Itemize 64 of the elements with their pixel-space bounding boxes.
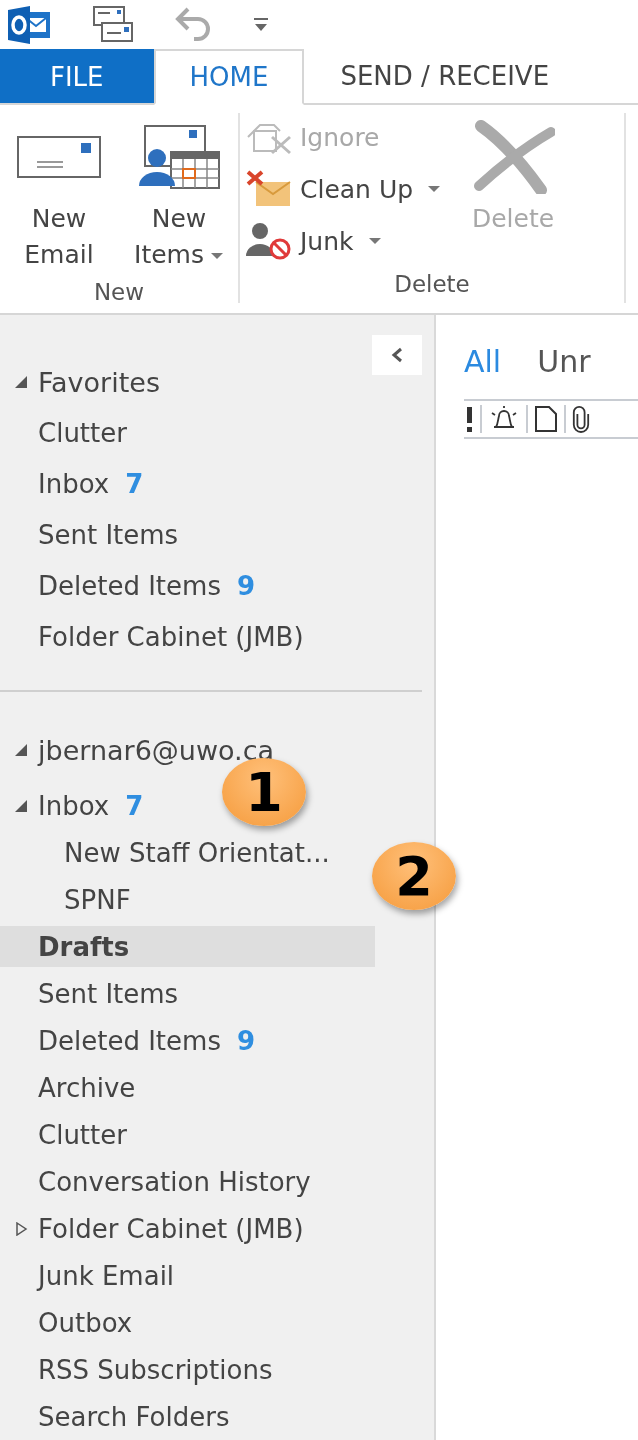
unread-count: 7 [125,468,144,499]
folder-item[interactable]: RSS Subscriptions [0,1349,279,1390]
chevron-left-icon [390,347,404,363]
expanded-arrow-icon[interactable] [14,743,28,757]
group-label: Delete [393,270,471,299]
folder-item[interactable]: Sent Items [0,973,185,1014]
folder-label[interactable]: Junk Email [38,1260,175,1291]
folder-item[interactable]: New Staff Orientat... [0,832,336,873]
ribbon-button[interactable]: New Items [126,113,232,273]
unread-count: 9 [236,570,256,601]
folder-label[interactable]: Outbox [38,1307,133,1338]
favorite-folder[interactable]: Clutter [38,417,127,448]
unread-count: 7 [125,790,144,821]
send-receive-icon[interactable] [90,4,136,45]
folder-item[interactable]: Archive [0,1067,142,1108]
page-icon[interactable] [534,405,558,433]
folder-item[interactable]: Conversation History [0,1161,317,1202]
favorite-folder[interactable]: Sent Items [38,519,179,550]
filter-tab[interactable]: Unr [537,343,591,379]
folder-item[interactable]: SPNF [0,879,137,920]
folder-item[interactable]: Clutter [0,1114,133,1155]
folder-label[interactable]: Drafts [38,931,130,962]
folder-label[interactable]: Folder Cabinet (JMB) [38,1213,304,1244]
folder-label[interactable]: RSS Subscriptions [38,1354,273,1385]
ribbon-button[interactable]: Clean Up [246,165,442,213]
folder-label[interactable]: Inbox [38,790,110,821]
folder-label[interactable]: Clutter [38,1119,127,1150]
collapsed-arrow-icon[interactable] [14,1221,28,1236]
folder-label[interactable]: Search Folders [38,1401,230,1432]
delete-x-icon [471,120,556,194]
favorite-folder[interactable]: Folder Cabinet (JMB) [38,621,304,652]
folder-label[interactable]: Sent Items [38,978,179,1009]
favorite-folder[interactable]: Inbox [38,468,110,499]
expanded-arrow-icon[interactable] [14,798,28,813]
new-items-icon [137,124,221,190]
envelope-icon [17,136,101,178]
clean-up-icon [246,170,292,208]
unread-count: 9 [236,1025,256,1056]
folder-label[interactable]: SPNF [64,884,131,915]
ribbon-tab[interactable]: HOME [153,49,305,105]
paperclip-icon[interactable] [572,405,590,433]
folder-item[interactable]: Outbox [0,1302,139,1343]
section-heading[interactable]: Favorites [38,366,160,398]
ribbon-button[interactable]: New Email [6,113,112,273]
folder-item[interactable]: Drafts [0,926,375,967]
folder-item[interactable]: Deleted Items 9 [0,1020,262,1061]
group-label: New [92,278,146,307]
importance-icon[interactable] [464,405,474,433]
folder-label[interactable]: Archive [38,1072,136,1103]
junk-icon [246,222,292,260]
folder-item[interactable]: Search Folders [0,1396,236,1437]
filter-tab[interactable]: All [464,343,502,379]
folder-item[interactable]: Folder Cabinet (JMB) [0,1208,310,1249]
favorite-folder[interactable]: Deleted Items [38,570,221,601]
folder-label[interactable]: Conversation History [38,1166,311,1197]
folder-item[interactable]: Inbox 7 [0,785,150,826]
folder-item[interactable]: Junk Email [0,1255,181,1296]
folder-label[interactable]: Deleted Items [38,1025,221,1056]
ribbon-button[interactable]: Junk [246,217,442,265]
app-logo-icon [8,5,52,44]
collapse-pane-button[interactable] [372,335,422,375]
folder-label[interactable]: New Staff Orientat... [64,837,330,868]
expanded-arrow-icon[interactable] [14,375,28,389]
ribbon-tab[interactable]: FILE [0,49,154,103]
